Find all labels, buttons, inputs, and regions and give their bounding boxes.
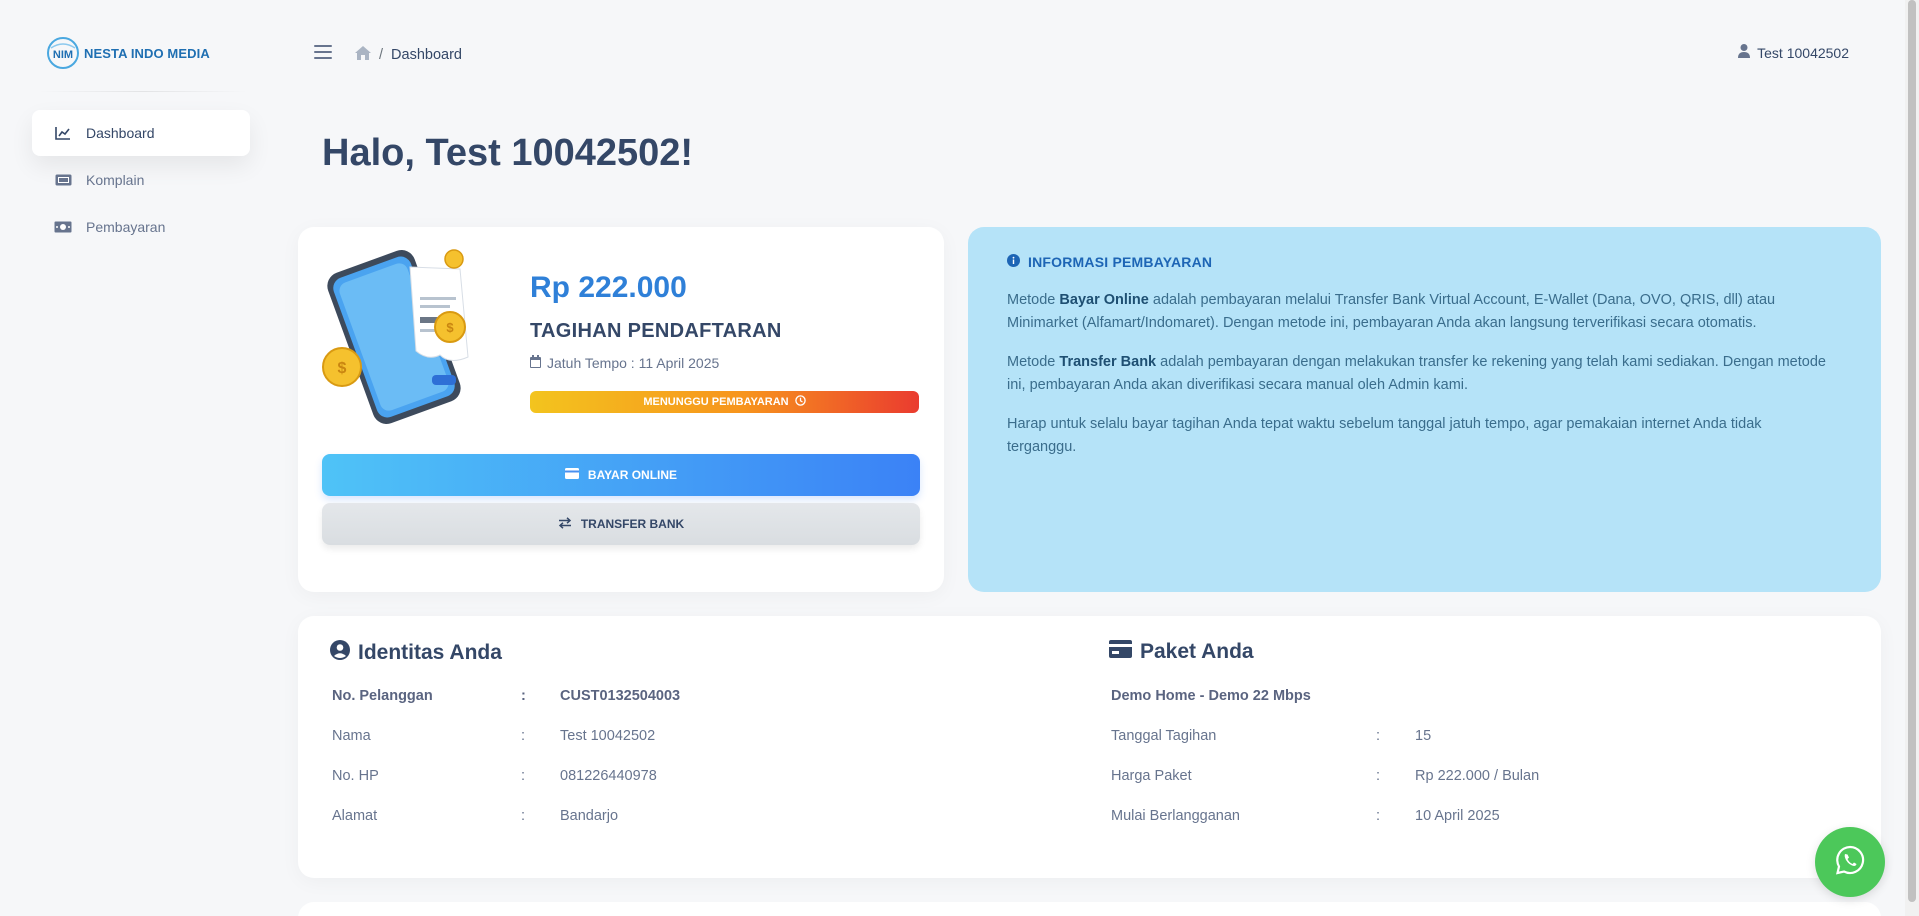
colon: : <box>1376 768 1381 784</box>
info-circle-icon <box>1007 254 1020 270</box>
sidebar-item-pembayaran[interactable]: Pembayaran <box>32 204 250 250</box>
chart-line-icon <box>54 124 72 142</box>
breadcrumb-current: Dashboard <box>391 47 462 63</box>
sidebar: NIM NESTA INDO MEDIA Dashboard Komplain … <box>0 0 270 916</box>
identity-label: No. Pelanggan <box>332 688 433 704</box>
info-title: INFORMASI PEMBAYARAN <box>1028 254 1213 270</box>
user-menu[interactable]: Test 10042502 <box>1738 44 1849 61</box>
brand-logo: NIM <box>47 37 79 69</box>
status-text: MENUNGGU PEMBAYARAN <box>643 396 789 408</box>
phone-receipt-illustration: $ $ <box>322 249 469 424</box>
identity-section-title: Identitas Anda <box>330 640 502 666</box>
info-bold-text: Bayar Online <box>1059 292 1149 308</box>
vertical-scrollbar[interactable] <box>1905 0 1919 916</box>
package-title: Paket Anda <box>1140 640 1254 663</box>
package-section-title: Paket Anda <box>1109 640 1254 664</box>
customer-address: Bandarjo <box>560 808 619 824</box>
info-text: Metode <box>1007 292 1060 308</box>
whatsapp-icon <box>1835 845 1865 880</box>
colon: : <box>521 688 526 704</box>
next-card-edge <box>298 902 1881 916</box>
sidebar-item-dashboard[interactable]: Dashboard <box>32 110 250 156</box>
calendar-icon <box>530 355 541 371</box>
package-price: Rp 222.000 / Bulan <box>1415 768 1540 784</box>
scrollbar-thumb[interactable] <box>1908 0 1916 902</box>
exchange-arrows-icon <box>558 516 572 532</box>
svg-text:$: $ <box>338 360 347 377</box>
breadcrumb-separator: / <box>379 47 384 63</box>
user-name: Test 10042502 <box>1757 44 1849 61</box>
customer-phone: 081226440978 <box>560 768 657 784</box>
pay-online-label: BAYAR ONLINE <box>587 468 678 482</box>
info-paragraph-online: Metode Bayar Online adalah pembayaran me… <box>1007 289 1827 334</box>
colon: : <box>1376 808 1381 824</box>
billing-card: $ $ Rp 222.000 TAGIHAN PENDAFTARAN Jatuh… <box>298 227 944 592</box>
whatsapp-button[interactable] <box>1815 827 1885 897</box>
package-label: Mulai Berlangganan <box>1111 808 1240 824</box>
home-icon[interactable] <box>355 46 371 64</box>
identity-label: Nama <box>332 728 371 744</box>
info-paragraph-reminder: Harap untuk selalu bayar tagihan Anda te… <box>1007 416 1762 455</box>
colon: : <box>521 768 526 784</box>
sidebar-item-label: Komplain <box>86 172 145 188</box>
billing-date: 15 <box>1415 728 1432 744</box>
svg-text:NIM: NIM <box>53 49 73 61</box>
info-paragraph-transfer: Metode Transfer Bank adalah pembayaran d… <box>1007 351 1827 396</box>
bill-title: TAGIHAN PENDAFTARAN <box>530 320 782 342</box>
identity-label: No. HP <box>332 768 379 784</box>
package-label: Harga Paket <box>1111 768 1192 784</box>
package-name: Demo Home - Demo 22 Mbps <box>1111 688 1311 704</box>
due-date-text: Jatuh Tempo : 11 April 2025 <box>547 355 720 371</box>
hamburger-menu-icon[interactable] <box>314 45 332 59</box>
page-title: Halo, Test 10042502! <box>322 132 694 174</box>
transfer-bank-button[interactable]: TRANSFER BANK <box>322 503 920 545</box>
ticket-icon <box>54 171 72 189</box>
user-circle-icon <box>330 640 350 666</box>
info-bold-text: Transfer Bank <box>1059 354 1157 370</box>
credit-card-icon <box>1109 640 1132 664</box>
sidebar-nav: Dashboard Komplain Pembayaran <box>32 110 250 251</box>
due-date: Jatuh Tempo : 11 April 2025 <box>530 355 719 371</box>
transfer-bank-label: TRANSFER BANK <box>580 517 685 531</box>
identity-title: Identitas Anda <box>358 641 502 664</box>
payment-info-card: INFORMASI PEMBAYARAN Metode Bayar Online… <box>968 227 1881 592</box>
subscription-start: 10 April 2025 <box>1415 808 1500 824</box>
brand-name: NESTA INDO MEDIA <box>84 45 210 61</box>
clock-icon <box>794 395 806 409</box>
sidebar-item-label: Dashboard <box>86 125 155 141</box>
customer-number: CUST0132504003 <box>560 688 681 704</box>
sidebar-item-komplain[interactable]: Komplain <box>32 157 250 203</box>
pay-online-button[interactable]: BAYAR ONLINE <box>322 454 920 496</box>
colon: : <box>521 808 526 824</box>
info-text: Metode <box>1007 354 1060 370</box>
identity-package-card: Identitas Anda No. Pelanggan : CUST01325… <box>298 616 1881 878</box>
credit-card-icon <box>564 468 579 482</box>
bill-amount: Rp 222.000 <box>530 271 687 304</box>
sidebar-item-label: Pembayaran <box>86 219 166 235</box>
brand[interactable]: NIM NESTA INDO MEDIA <box>46 36 210 70</box>
user-icon <box>1738 44 1751 61</box>
colon: : <box>521 728 526 744</box>
breadcrumb: / Dashboard <box>355 46 462 64</box>
sidebar-divider <box>38 91 248 92</box>
identity-label: Alamat <box>332 808 378 824</box>
info-header: INFORMASI PEMBAYARAN <box>1007 254 1212 270</box>
customer-name: Test 10042502 <box>560 728 656 744</box>
svg-text:$: $ <box>446 320 454 335</box>
money-bill-icon <box>54 218 72 236</box>
status-badge: MENUNGGU PEMBAYARAN <box>530 391 919 413</box>
colon: : <box>1376 728 1381 744</box>
package-label: Tanggal Tagihan <box>1111 728 1217 744</box>
